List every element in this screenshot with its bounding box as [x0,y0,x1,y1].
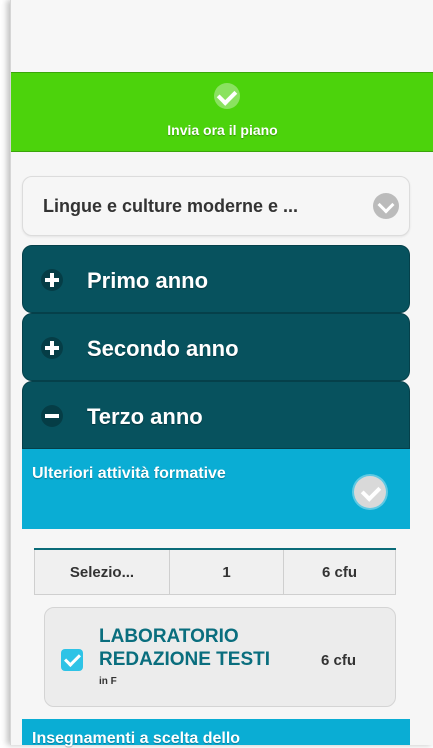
exam-credits: 6 cfu [321,652,357,669]
summary-credits: 6 cfu [284,550,396,594]
year-label: Terzo anno [87,404,203,429]
course-select[interactable]: Lingue e culture moderne e ... [22,176,410,236]
summary-count: 1 [170,550,284,594]
next-section-title: Insegnamenti a scelta dello [32,730,241,747]
check-circle-icon [354,476,386,508]
exam-title: LABORATORIO REDAZIONE TESTI [99,626,271,670]
year-label: Primo anno [87,268,209,293]
summary-row: Selezio... 1 6 cfu [34,548,396,595]
year-secondo-anno[interactable]: Secondo anno [22,313,410,381]
plus-icon [41,337,63,359]
exam-item[interactable]: LABORATORIO REDAZIONE TESTI in F 6 cfu [44,607,396,707]
course-select-value: Lingue e culture moderne e ... [43,196,299,216]
chevron-down-icon [373,193,399,219]
submit-plan-button[interactable]: Invia ora il piano [11,72,433,152]
exam-subtitle: in F [99,676,117,687]
year-primo-anno[interactable]: Primo anno [22,245,410,313]
checkbox-checked-icon[interactable] [61,649,83,671]
submit-plan-label: Invia ora il piano [167,122,278,138]
check-icon [214,83,240,109]
year-label: Secondo anno [87,336,239,361]
next-section-header[interactable]: Insegnamenti a scelta dello [22,719,410,747]
top-area [11,0,433,72]
plus-icon [41,269,63,291]
activities-title: Ulteriori attività formative [32,465,226,482]
year-terzo-anno[interactable]: Terzo anno [22,381,410,449]
minus-icon [41,405,63,427]
summary-selection: Selezio... [34,550,170,594]
activities-header[interactable]: Ulteriori attività formative [22,449,410,529]
